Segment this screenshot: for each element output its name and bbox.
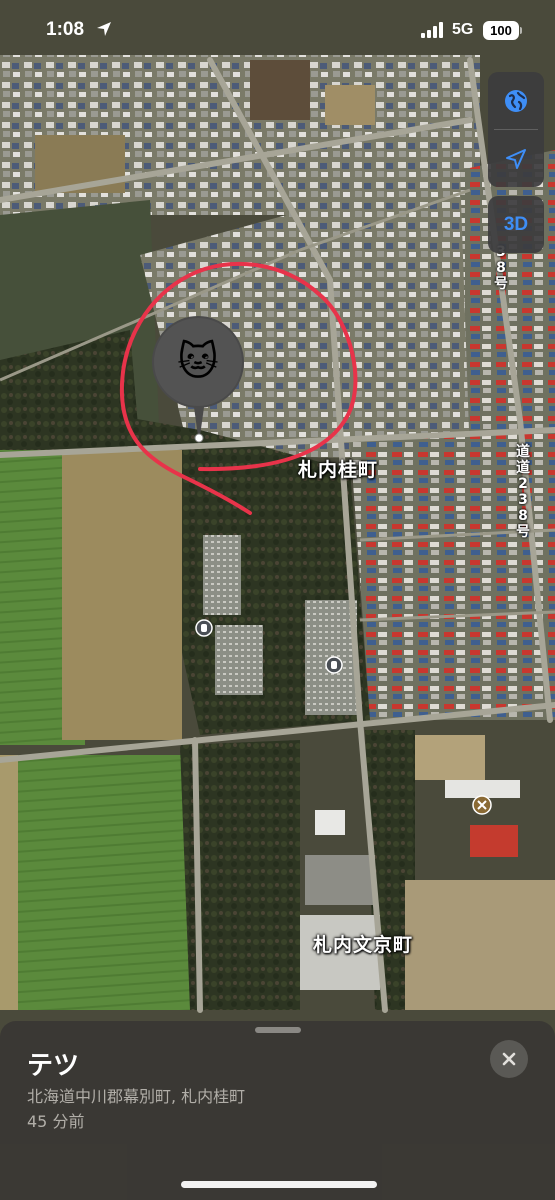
- map-mode-button[interactable]: [488, 72, 544, 129]
- person-location-pin[interactable]: 🐱: [152, 316, 244, 446]
- map-controls: [488, 72, 544, 187]
- close-icon: [502, 1052, 516, 1066]
- battery-tip: [520, 27, 522, 34]
- globe-icon: [505, 89, 527, 112]
- person-detail-sheet[interactable]: テツ 北海道中川郡幕別町, 札内桂町 45 分前: [0, 1021, 555, 1200]
- red-annotation-circle: [119, 261, 358, 515]
- battery-icon: 100: [483, 21, 519, 40]
- cemetery-poi-icon[interactable]: [325, 656, 343, 674]
- route-label: 道道238号: [516, 444, 530, 540]
- satellite-map[interactable]: 札内桂町 札内文京町 道道238号 38号 🐱: [0, 0, 555, 1200]
- person-address: 北海道中川郡幕別町, 札内桂町: [27, 1087, 246, 1106]
- last-seen-time: 45 分前: [27, 1112, 85, 1131]
- cemetery-poi-icon[interactable]: [195, 619, 213, 637]
- school-poi-icon[interactable]: [472, 795, 492, 815]
- cellular-signal-icon: [421, 22, 443, 38]
- area-label: 札内桂町: [298, 459, 379, 481]
- pin-bubble: 🐱: [152, 316, 244, 408]
- track-location-button[interactable]: [488, 130, 544, 187]
- view-controls: 3D: [488, 196, 544, 253]
- close-button[interactable]: [490, 1040, 528, 1078]
- area-label: 札内文京町: [313, 934, 414, 956]
- person-name: テツ: [27, 1051, 80, 1081]
- location-services-icon: [97, 22, 111, 36]
- home-indicator[interactable]: [181, 1181, 377, 1188]
- three-d-label: 3D: [503, 213, 529, 235]
- sheet-grabber[interactable]: [255, 1027, 301, 1033]
- network-type: 5G: [452, 21, 474, 38]
- status-bar: 1:08 5G 100: [0, 0, 555, 62]
- cat-emoji-icon: 🐱: [177, 339, 219, 385]
- location-arrow-icon: [506, 148, 526, 169]
- status-time: 1:08: [46, 19, 85, 40]
- toggle-3d-button[interactable]: 3D: [488, 196, 544, 253]
